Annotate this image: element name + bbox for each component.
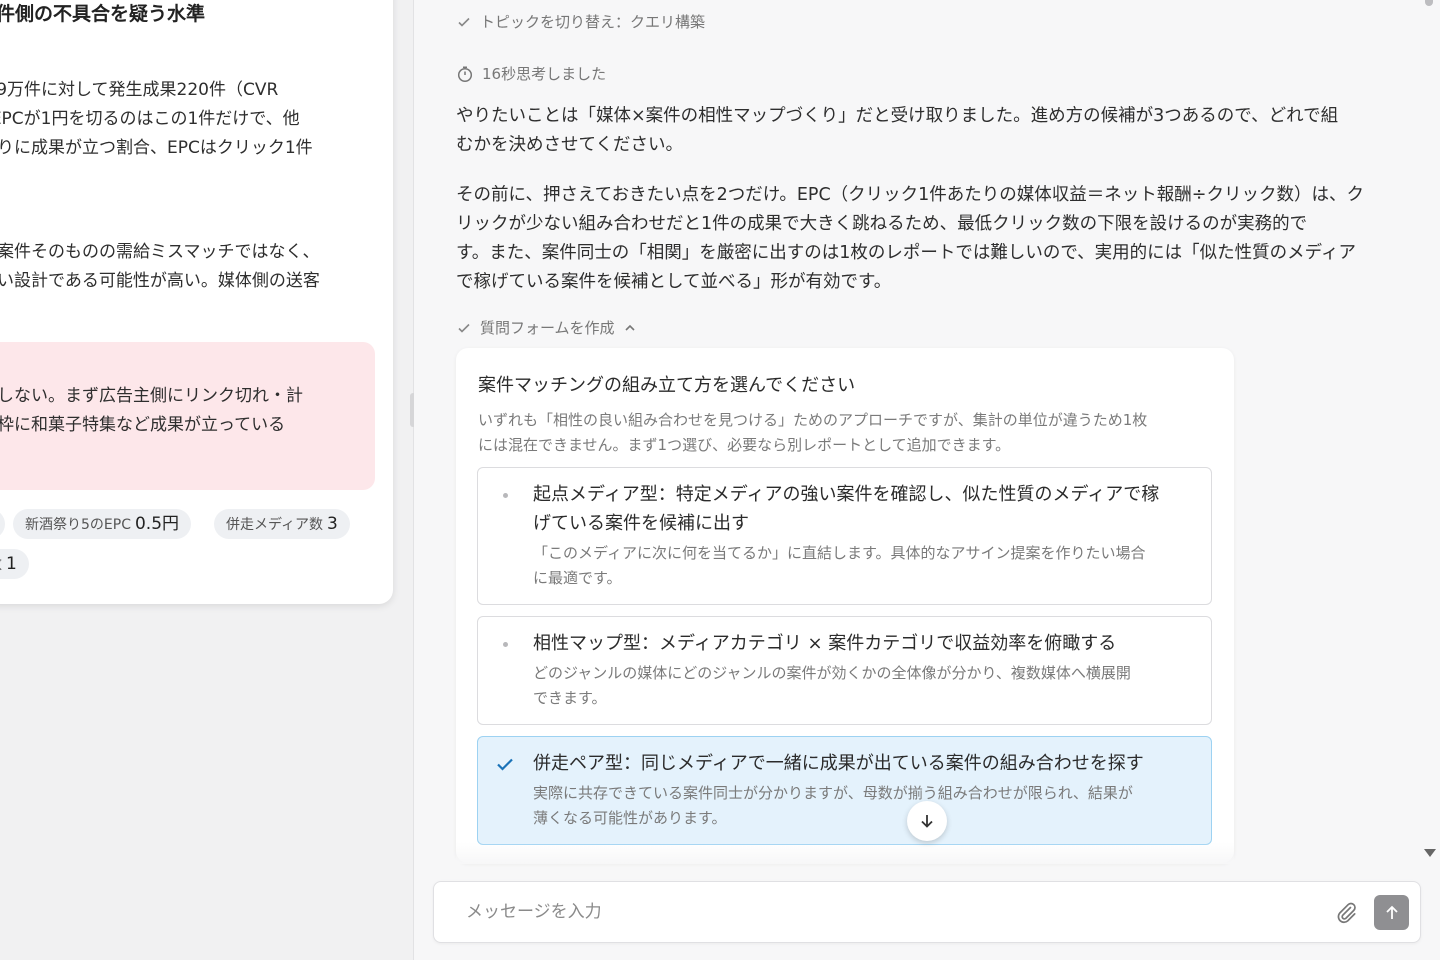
- step-form-created[interactable]: 質問フォームを作成: [456, 317, 637, 338]
- paperclip-icon[interactable]: [1334, 900, 1358, 924]
- form-description: いずれも「相性の良い組み合わせを見つける」ためのアプローチですが、集計の単位が違…: [478, 411, 1148, 454]
- message-input[interactable]: [466, 896, 1316, 928]
- arrow-up-icon: [1385, 905, 1398, 919]
- metric-chip: [0, 509, 5, 539]
- warning-text: 案しない。まず広告主側にリンク切れ・計 じ枠に和菓子特集など成果が立っている: [0, 386, 303, 435]
- card-paragraph-1: 7.9万件に対して発生成果220件（CVR 5EPCが1円を切るのはこの1件だけ…: [0, 80, 313, 158]
- question-form: 案件マッチングの組み立て方を選んでください いずれも「相性の良い組み合わせを見つ…: [456, 348, 1234, 863]
- check-icon: [458, 17, 470, 27]
- chevron-up-icon[interactable]: [623, 321, 637, 335]
- bullet-icon: [503, 493, 508, 498]
- scroll-to-bottom-button[interactable]: [907, 801, 947, 841]
- option-description: 実際に共存できている案件同士が分かりますが、母数が揃う組み合わせが限られ、結果が…: [533, 784, 1133, 827]
- check-icon: [458, 323, 470, 333]
- arrow-down-icon: [921, 815, 933, 828]
- step-thought[interactable]: 16秒思考しました: [456, 63, 606, 84]
- scrollbar[interactable]: [1422, 0, 1440, 860]
- option-affinity-map[interactable]: 相性マップ型：メディアカテゴリ × 案件カテゴリで収益効率を俯瞰する どのジャン…: [477, 616, 1212, 725]
- assistant-message-notes: その前に、押さえておきたい点を2つだけ。EPC（クリック1件あたりの媒体収益＝ネ…: [456, 185, 1364, 292]
- bullet-icon: [503, 642, 508, 647]
- send-button[interactable]: [1374, 895, 1409, 930]
- assistant-message-intro: やりたいことは「媒体×案件の相性マップづくり」だと受け取りました。進め方の候補が…: [456, 106, 1339, 155]
- option-title: 相性マップ型：メディアカテゴリ × 案件カテゴリで収益効率を俯瞰する: [533, 633, 1117, 654]
- option-title: 起点メディア型：特定メディアの強い案件を確認し、似た性質のメディアで稼 げている…: [533, 484, 1160, 534]
- timer-icon: [457, 65, 473, 82]
- warning-callout: 案しない。まず広告主側にリンク切れ・計 じ枠に和菓子特集など成果が立っている: [0, 342, 375, 490]
- metric-chip-epc: 新酒祭り5のEPC 0.5円: [13, 509, 192, 539]
- card-heading: 件側の不具合を疑う水準: [0, 3, 206, 25]
- scrollbar-down-arrow[interactable]: [1424, 849, 1436, 857]
- option-description: どのジャンルの媒体にどのジャンルの案件が効くかの全体像が分かり、複数媒体へ横展開…: [533, 664, 1131, 707]
- step-switch-topic[interactable]: トピックを切り替え：クエリ構築: [456, 11, 705, 32]
- metric-chip-count: 数1: [0, 549, 29, 579]
- option-description: 「このメディアに次に何を当てるか」に直結します。具体的なアサイン提案を作りたい場…: [533, 544, 1146, 587]
- message-composer: [433, 881, 1421, 943]
- metric-chip-media-count: 併走メディア数 3: [214, 509, 350, 539]
- analysis-card: 件側の不具合を疑う水準 7.9万件に対して発生成果220件（CVR 5EPCが1…: [0, 0, 393, 604]
- scroll-fade: [456, 842, 1234, 864]
- option-origin-media[interactable]: 起点メディア型：特定メディアの強い案件を確認し、似た性質のメディアで稼 げている…: [477, 467, 1212, 605]
- option-title: 併走ペア型：同じメディアで一緒に成果が出ている案件の組み合わせを探す: [533, 753, 1144, 774]
- card-paragraph-2: 、案件そのものの需給ミスマッチではなく、 ない設計である可能性が高い。媒体側の送…: [0, 242, 320, 291]
- form-title: 案件マッチングの組み立て方を選んでください: [478, 375, 856, 396]
- check-icon: [497, 758, 513, 771]
- option-parallel-pair[interactable]: 併走ペア型：同じメディアで一緒に成果が出ている案件の組み合わせを探す 実際に共存…: [477, 736, 1212, 845]
